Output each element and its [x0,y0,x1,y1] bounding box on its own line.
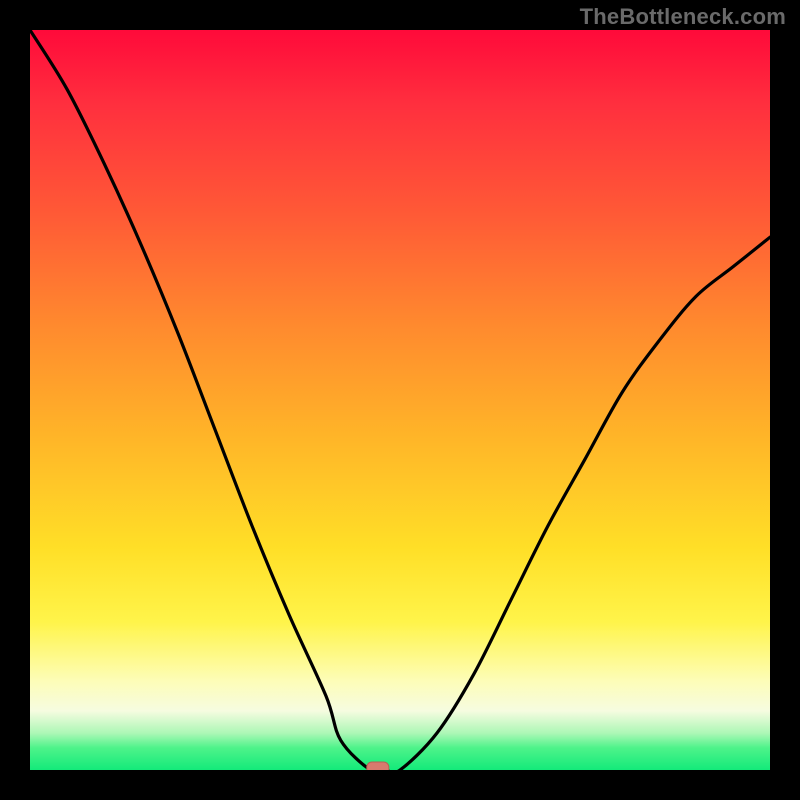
plot-area [30,30,770,770]
chart-frame: TheBottleneck.com [0,0,800,800]
watermark-text: TheBottleneck.com [580,4,786,30]
curve-layer [30,30,770,770]
minimum-marker [367,762,389,770]
bottleneck-curve [30,30,770,770]
